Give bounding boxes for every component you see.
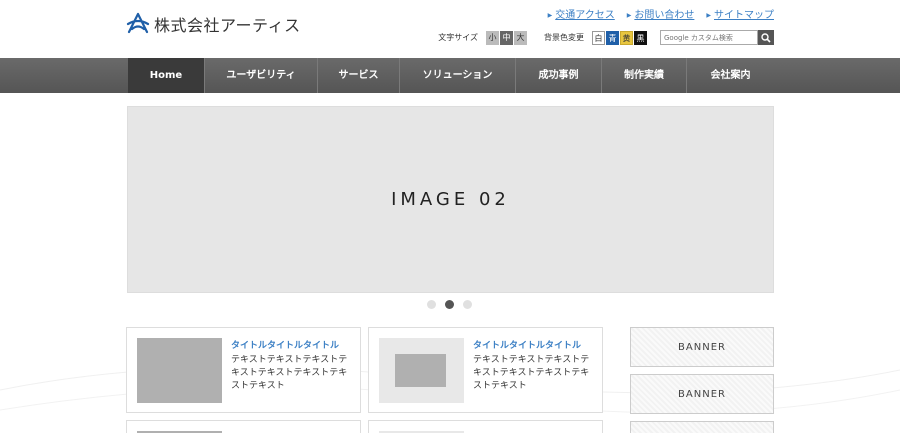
nav-works[interactable]: 制作実績 — [602, 58, 687, 93]
font-size-medium-button[interactable]: 中 — [500, 30, 513, 45]
banner-partial — [630, 421, 774, 433]
article-title[interactable]: タイトルタイトルタイトル — [231, 338, 339, 351]
header: 株式会社アーティス ▶ 交通アクセス ▶ お問い合わせ ▶ サイトマップ 文字サイズ … — [0, 0, 900, 58]
bg-color-group: 白 青 黄 黒 — [592, 30, 648, 45]
bg-white-button[interactable]: 白 — [592, 30, 605, 45]
nav-service[interactable]: サービス — [318, 58, 400, 93]
search-button[interactable] — [758, 30, 774, 45]
search-icon — [761, 32, 771, 43]
sitemap-link[interactable]: サイトマップ — [714, 10, 774, 21]
font-size-group: 小 中 大 — [486, 30, 528, 45]
logo-icon — [126, 12, 150, 34]
global-nav: Home ユーザビリティ サービス ソリューション 成功事例 制作実績 会社案内 — [0, 58, 900, 93]
top-link-contact[interactable]: ▶ お問い合わせ — [627, 6, 695, 21]
nav-company[interactable]: 会社案内 — [687, 58, 774, 93]
top-links: ▶ 交通アクセス ▶ お問い合わせ ▶ サイトマップ — [548, 6, 774, 21]
article-text: テキストテキストテキストテキストテキストテキストテキストテキスト — [231, 355, 348, 391]
article-card-partial — [126, 420, 361, 433]
top-link-access[interactable]: ▶ 交通アクセス — [548, 6, 615, 21]
font-size-label: 文字サイズ — [438, 33, 478, 42]
nav-home[interactable]: Home — [128, 58, 205, 93]
slider-image-label: IMAGE 02 — [391, 189, 510, 210]
slider-dot[interactable] — [463, 300, 472, 309]
logo-text: 株式会社アーティス — [154, 16, 301, 35]
font-size-large-button[interactable]: 大 — [514, 30, 527, 45]
slider-dot[interactable] — [427, 300, 436, 309]
search-input[interactable] — [660, 30, 758, 45]
triangle-icon: ▶ — [706, 12, 711, 19]
article-text: テキストテキストテキストテキストテキストテキストテキストテキスト — [473, 355, 590, 391]
article-thumbnail — [379, 338, 464, 403]
article-card-partial — [368, 420, 603, 433]
bg-color-label: 背景色変更 — [544, 33, 584, 42]
banner[interactable]: BANNER — [630, 374, 774, 414]
slider-dot-active[interactable] — [445, 300, 454, 309]
access-link[interactable]: 交通アクセス — [555, 10, 615, 21]
slider-pagination — [427, 300, 472, 309]
nav-solution[interactable]: ソリューション — [400, 58, 516, 93]
triangle-icon: ▶ — [626, 12, 632, 19]
contact-link[interactable]: お問い合わせ — [634, 10, 694, 21]
font-size-small-button[interactable]: 小 — [486, 30, 499, 45]
article-thumbnail — [137, 338, 222, 403]
bg-yellow-button[interactable]: 黄 — [620, 30, 633, 45]
top-link-sitemap[interactable]: ▶ サイトマップ — [706, 6, 774, 21]
nav-success-cases[interactable]: 成功事例 — [516, 58, 602, 93]
nav-usability[interactable]: ユーザビリティ — [205, 58, 318, 93]
header-tools: 文字サイズ 小 中 大 背景色変更 白 青 黄 黒 — [438, 30, 774, 45]
bg-black-button[interactable]: 黒 — [634, 30, 647, 45]
article-card[interactable]: タイトルタイトルタイトル テキストテキストテキストテキストテキストテキストテキス… — [368, 327, 603, 413]
banner[interactable]: BANNER — [630, 327, 774, 367]
bg-blue-button[interactable]: 青 — [606, 30, 619, 45]
triangle-icon: ▶ — [547, 12, 553, 19]
main-slider[interactable]: IMAGE 02 — [127, 106, 774, 293]
article-title[interactable]: タイトルタイトルタイトル — [473, 338, 581, 351]
article-card[interactable]: タイトルタイトルタイトル テキストテキストテキストテキストテキストテキストテキス… — [126, 327, 361, 413]
search-box — [660, 30, 774, 45]
logo[interactable]: 株式会社アーティス — [126, 12, 301, 36]
